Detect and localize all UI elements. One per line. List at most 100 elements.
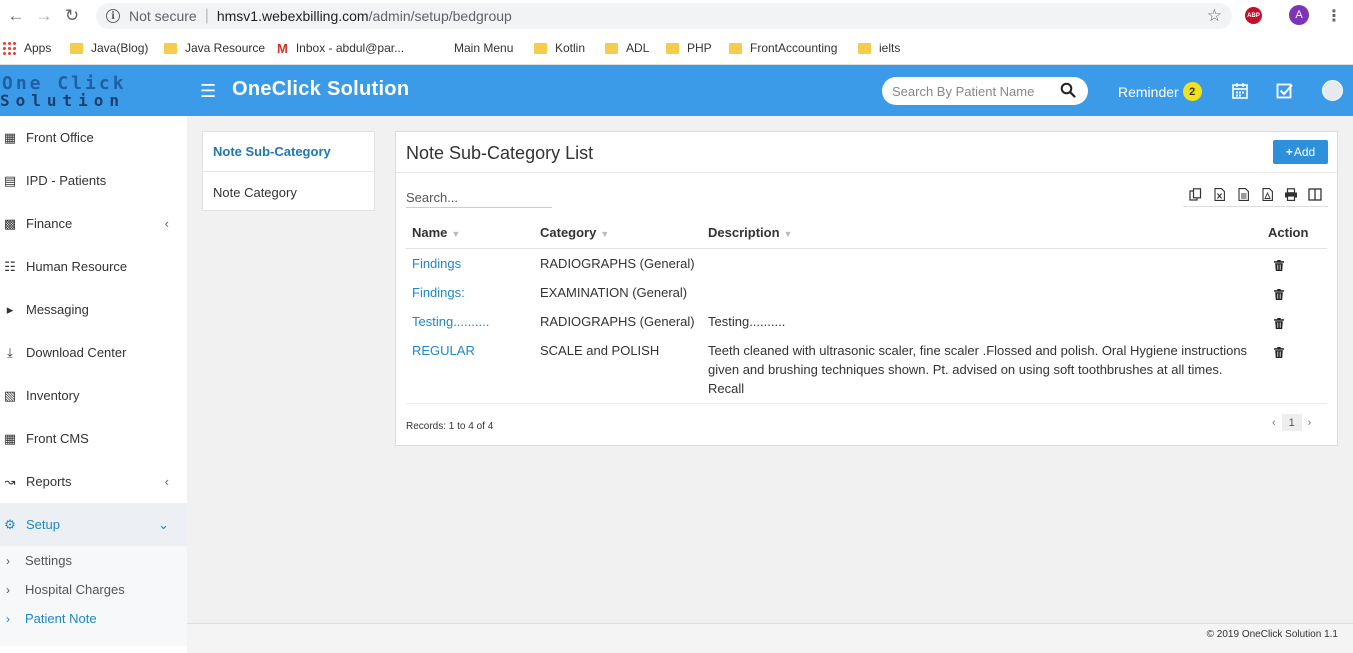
chevron-down-icon: ⌄ [158, 516, 169, 532]
column-header-action: Action [1268, 225, 1309, 240]
hamburger-menu-icon[interactable]: ☰ [200, 81, 216, 102]
folder-icon [605, 42, 618, 54]
row-name-link[interactable]: Findings: [412, 283, 465, 302]
profile-avatar[interactable]: A [1289, 5, 1309, 25]
chevron-right-icon: › [6, 582, 10, 597]
info-icon[interactable]: i [106, 9, 120, 23]
prev-page-icon[interactable]: ‹ [1272, 417, 1276, 429]
copy-icon[interactable] [1183, 183, 1207, 205]
table-search-input[interactable] [406, 187, 552, 208]
reload-icon[interactable]: ↻ [60, 4, 84, 28]
row-description: Teeth cleaned with ultrasonic scaler, fi… [708, 343, 1248, 396]
sidebar-item-front-cms[interactable]: ▦ Front CMS [0, 417, 187, 460]
bookmark-item[interactable]: M Inbox - abdul@par... [277, 40, 404, 56]
bookmark-item[interactable]: PHP [666, 40, 712, 56]
bookmark-item[interactable]: FrontAccounting [729, 40, 837, 56]
next-page-icon[interactable]: › [1308, 417, 1312, 429]
bookmark-item[interactable]: Main Menu [433, 40, 513, 56]
row-name-link[interactable]: Testing.......... [412, 312, 489, 331]
task-check-icon[interactable] [1276, 82, 1294, 100]
sitemap-icon: ☷ [4, 258, 16, 274]
bookmark-item[interactable]: Kotlin [534, 40, 585, 56]
row-category: RADIOGRAPHS (General) [540, 314, 695, 329]
sort-icon: ▼ [600, 229, 610, 239]
trash-icon[interactable] [1274, 289, 1284, 300]
nav-note-sub-category[interactable]: Note Sub-Category [203, 132, 374, 172]
url-path: /admin/setup/bedgroup [368, 8, 512, 24]
columns-icon[interactable] [1303, 183, 1327, 205]
search-icon[interactable] [1060, 82, 1076, 98]
more-menu-icon[interactable]: ⋮ [1326, 6, 1342, 26]
footer: © 2019 OneClick Solution 1.1 [187, 623, 1353, 653]
back-icon[interactable]: ← [4, 4, 28, 28]
row-name-link[interactable]: REGULAR [412, 341, 475, 360]
building-icon: ▦ [3, 129, 17, 145]
sidebar-item-messaging[interactable]: ▸ Messaging [0, 288, 187, 331]
folder-icon [70, 42, 83, 54]
sidebar-item-download-center[interactable]: ⤓ Download Center [0, 331, 187, 374]
forward-icon[interactable]: → [32, 4, 56, 28]
submenu-item-patient-note[interactable]: › Patient Note [0, 604, 187, 633]
row-category: SCALE and POLISH [540, 343, 660, 358]
sidebar-item-human-resource[interactable]: ☷ Human Resource [0, 245, 187, 288]
sidebar-item-finance[interactable]: ▩ Finance ‹ [0, 202, 187, 245]
excel-icon[interactable] [1207, 183, 1231, 205]
bookmark-apps[interactable]: Apps [2, 40, 51, 56]
patient-search-input[interactable] [892, 81, 1052, 101]
bookmark-item[interactable]: Java(Blog) [70, 40, 148, 56]
print-icon[interactable] [1279, 183, 1303, 205]
gmail-icon: M [277, 40, 288, 56]
column-header-name[interactable]: Name ▼ [412, 225, 460, 240]
column-header-description[interactable]: Description ▼ [708, 225, 792, 240]
adblock-icon[interactable]: ABP [1245, 7, 1262, 24]
star-icon[interactable]: ☆ [1207, 6, 1222, 26]
trash-icon[interactable] [1274, 347, 1284, 358]
bookmark-item[interactable]: ielts [858, 40, 900, 56]
sidebar-item-setup[interactable]: ⚙ Setup ⌄ [0, 503, 187, 546]
nav-note-category[interactable]: Note Category [203, 172, 374, 212]
sidebar-item-ipd-patients[interactable]: ▤ IPD - Patients [0, 159, 187, 202]
calendar-icon[interactable] [1231, 82, 1249, 100]
sidebar-item-front-office[interactable]: ▦ Front Office [0, 116, 187, 159]
reminder-badge: 2 [1182, 82, 1202, 101]
note-subcategory-panel: Note Sub-Category List +Add Name▼ Catego… [395, 131, 1338, 446]
add-button[interactable]: + Add [1273, 140, 1328, 164]
app-header: One Click Solution ☰ OneClick Solution R… [0, 65, 1353, 116]
bookmark-item[interactable]: ADL [605, 40, 649, 56]
records-info: Records: 1 to 4 of 4 [406, 421, 494, 432]
sidebar-item-inventory[interactable]: ▧ Inventory [0, 374, 187, 417]
sort-icon: ▼ [451, 229, 461, 239]
download-icon: ⤓ [7, 344, 13, 360]
folder-icon [666, 42, 679, 54]
row-name-link[interactable]: Findings [412, 254, 461, 273]
sidebar: ▦ Front Office ▤ IPD - Patients ▩ Financ… [0, 116, 187, 653]
cms-icon: ▦ [3, 430, 17, 446]
money-icon: ▩ [3, 215, 17, 231]
sidebar-item-reports[interactable]: ↝ Reports ‹ [0, 460, 187, 503]
sort-icon: ▼ [783, 229, 793, 239]
submenu-item-settings[interactable]: › Settings [0, 546, 187, 575]
row-description: Testing.......... [708, 314, 786, 329]
address-bar[interactable]: i Not secure | hmsv1.webexbilling.com/ad… [96, 3, 1232, 29]
apps-grid-icon [2, 41, 16, 55]
reminder-label: Reminder [1118, 83, 1179, 100]
folder-icon [164, 42, 177, 54]
bullhorn-icon: ▸ [6, 301, 14, 317]
page-number-button[interactable]: 1 [1281, 414, 1302, 431]
url-host: hmsv1.webexbilling.com [216, 8, 369, 24]
panel-title: Note Sub-Category List [406, 143, 594, 163]
patient-search [882, 77, 1088, 105]
trash-icon[interactable] [1274, 318, 1284, 329]
bed-icon: ▤ [3, 172, 17, 188]
bookmark-item[interactable]: Java Resource [164, 40, 265, 56]
pdf-icon[interactable] [1255, 183, 1279, 205]
logo[interactable]: One Click Solution [0, 69, 187, 113]
trash-icon[interactable] [1274, 260, 1284, 271]
user-avatar[interactable] [1322, 80, 1343, 101]
reminder-button[interactable]: Reminder 2 [1118, 82, 1202, 101]
export-toolbar [1183, 183, 1328, 207]
pagination: ‹ 1 › [1272, 414, 1311, 431]
csv-icon[interactable] [1231, 183, 1255, 205]
submenu-item-hospital-charges[interactable]: › Hospital Charges [0, 575, 187, 604]
column-header-category[interactable]: Category ▼ [540, 225, 609, 240]
